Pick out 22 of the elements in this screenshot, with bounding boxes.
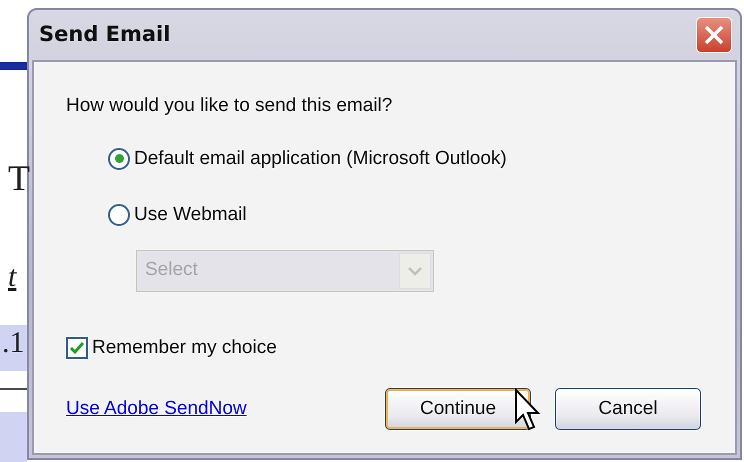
radio-button[interactable] bbox=[108, 204, 130, 226]
sendnow-link[interactable]: Use Adobe SendNow bbox=[66, 394, 247, 424]
chevron-down-icon bbox=[407, 266, 423, 276]
page-text: t bbox=[8, 262, 16, 292]
page-text: .1 bbox=[2, 328, 24, 358]
window-title: Send Email bbox=[39, 21, 170, 48]
pointer-icon bbox=[514, 388, 542, 432]
radio-button[interactable] bbox=[108, 148, 130, 170]
page-text: T bbox=[8, 160, 30, 196]
checkbox-label: Remember my choice bbox=[92, 336, 277, 360]
checkbox[interactable] bbox=[66, 336, 88, 359]
prompt-text: How would you like to send this email? bbox=[66, 94, 394, 118]
radio-option[interactable]: Default email application (Microsoft Outlook) bbox=[108, 144, 701, 173]
page-row-background bbox=[0, 412, 27, 462]
page-header-bar bbox=[0, 62, 27, 70]
radio-label: Default email application (Microsoft Outlook) bbox=[134, 146, 507, 170]
radio-option[interactable]: Use Webmail bbox=[108, 201, 701, 230]
close-icon bbox=[703, 24, 725, 46]
radio-label: Use Webmail bbox=[134, 203, 247, 227]
checkbox-option[interactable]: Remember my choice bbox=[66, 334, 701, 362]
cancel-button[interactable]: Cancel bbox=[555, 388, 701, 430]
close-button[interactable] bbox=[696, 17, 732, 53]
